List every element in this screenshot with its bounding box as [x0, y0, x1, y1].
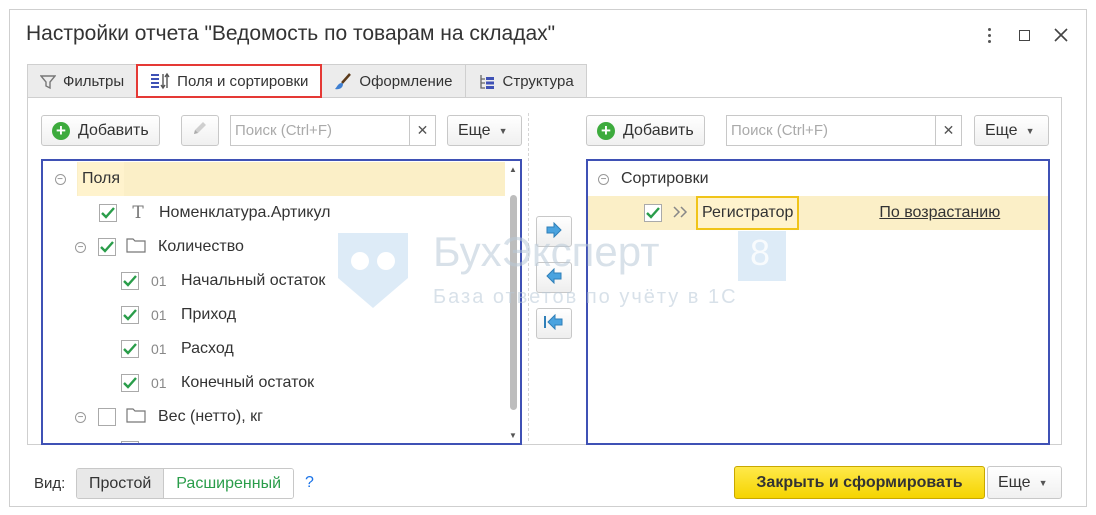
- view-mode-switch: Простой Расширенный: [76, 468, 294, 499]
- tab-structure[interactable]: Структура: [464, 64, 587, 98]
- checkbox-checked[interactable]: [121, 441, 139, 443]
- checkbox-checked[interactable]: [121, 306, 139, 324]
- tree-row[interactable]: 01 Приход: [121, 298, 236, 332]
- numeric-type-icon: 01: [151, 273, 167, 289]
- move-all-left-button[interactable]: [536, 308, 572, 339]
- checkbox-checked[interactable]: [121, 272, 139, 290]
- tree-row-root[interactable]: − Поля: [43, 162, 505, 196]
- view-simple-button[interactable]: Простой: [77, 469, 165, 498]
- checkbox-checked[interactable]: [121, 374, 139, 392]
- watermark-tagline: База ответов по учёту в 1С: [433, 286, 738, 308]
- tree-label: Начальный остаток: [181, 272, 326, 289]
- sort-ascending-icon: [672, 205, 690, 222]
- left-search-input[interactable]: Поиск (Ctrl+F) ✕: [230, 115, 436, 146]
- settings-window: Настройки отчета "Ведомость по товарам н…: [9, 9, 1087, 507]
- filter-icon: [40, 74, 56, 90]
- tab-content: + Добавить Поиск (Ctrl+F) ✕ Еще ▼ − Поля: [27, 97, 1062, 445]
- splitter[interactable]: [528, 113, 529, 441]
- tree-row[interactable]: T Номенклатура.Артикул: [99, 196, 330, 230]
- tab-label: Фильтры: [63, 73, 125, 90]
- scroll-up-icon[interactable]: ▲: [509, 165, 517, 174]
- tab-label: Оформление: [359, 73, 453, 90]
- tree-label: Количество: [158, 238, 244, 255]
- text-type-icon: T: [132, 203, 144, 223]
- watermark-number: 8: [750, 232, 771, 273]
- tree-label: Поля: [77, 162, 125, 196]
- checkbox-checked[interactable]: [644, 204, 662, 222]
- sort-root-row[interactable]: − Сортировки: [598, 162, 709, 196]
- tab-filters[interactable]: Фильтры: [27, 64, 138, 98]
- tab-fields-sort[interactable]: Поля и сортировки: [136, 64, 323, 98]
- maximize-icon[interactable]: [1013, 24, 1035, 46]
- close-and-generate-button[interactable]: Закрыть и сформировать: [734, 466, 985, 499]
- right-add-button[interactable]: + Добавить: [586, 115, 705, 146]
- checkbox-unchecked[interactable]: [98, 408, 116, 426]
- sort-item-row[interactable]: Регистратор По возрастанию: [588, 196, 1048, 230]
- edit-button[interactable]: [181, 115, 219, 146]
- view-extended-button[interactable]: Расширенный: [164, 469, 293, 498]
- tree-row-partial: [121, 433, 139, 443]
- tree-row-group[interactable]: − Вес (нетто), кг: [75, 400, 263, 434]
- tree-row[interactable]: 01 Конечный остаток: [121, 366, 314, 400]
- collapse-icon[interactable]: −: [75, 241, 86, 253]
- folder-icon: [126, 407, 146, 428]
- right-search-input[interactable]: Поиск (Ctrl+F) ✕: [726, 115, 962, 146]
- sort-root-label: Сортировки: [621, 170, 709, 187]
- help-link[interactable]: ?: [305, 474, 314, 492]
- tab-bar: Фильтры Поля и сортировки Оформление Стр…: [27, 64, 587, 98]
- collapse-icon[interactable]: −: [75, 411, 86, 423]
- window-title: Настройки отчета "Ведомость по товарам н…: [26, 22, 556, 45]
- tree-label: Приход: [181, 306, 237, 323]
- right-more-button[interactable]: Еще ▼: [974, 115, 1049, 146]
- view-label: Вид:: [34, 475, 66, 492]
- collapse-icon[interactable]: −: [54, 173, 66, 185]
- tree-row[interactable]: 01 Расход: [121, 332, 234, 366]
- add-icon: +: [597, 121, 615, 140]
- tree-label: Вес (нетто), кг: [158, 408, 263, 425]
- collapse-icon[interactable]: −: [598, 173, 609, 185]
- clear-search-icon[interactable]: ✕: [935, 116, 961, 145]
- brush-icon: [334, 72, 352, 91]
- left-add-button[interactable]: + Добавить: [41, 115, 160, 146]
- tree-label: Конечный остаток: [181, 374, 315, 391]
- sort-direction-link[interactable]: По возрастанию: [879, 204, 1000, 222]
- checkbox-checked[interactable]: [99, 204, 117, 222]
- sort-field-label[interactable]: Регистратор: [696, 196, 800, 230]
- left-more-button[interactable]: Еще ▼: [447, 115, 522, 146]
- caret-down-icon: ▼: [498, 125, 508, 136]
- pencil-icon: [191, 119, 209, 142]
- more-menu-icon[interactable]: [978, 24, 1000, 46]
- close-icon[interactable]: [1050, 24, 1072, 46]
- tree-row[interactable]: 01 Начальный остаток: [121, 264, 325, 298]
- tree-label: Расход: [181, 340, 234, 357]
- arrow-left-all-icon: [544, 313, 564, 334]
- tab-appearance[interactable]: Оформление: [321, 64, 466, 98]
- tab-label: Структура: [502, 73, 574, 90]
- numeric-type-icon: 01: [151, 341, 167, 357]
- caret-down-icon: ▼: [1038, 477, 1048, 488]
- scroll-down-icon[interactable]: ▼: [509, 431, 517, 440]
- structure-icon: [478, 73, 496, 91]
- add-icon: +: [52, 121, 70, 140]
- tree-row-group[interactable]: − Количество: [75, 230, 244, 264]
- tree-label: Номенклатура.Артикул: [159, 204, 331, 221]
- clear-search-icon[interactable]: ✕: [409, 116, 435, 145]
- footer-more-button[interactable]: Еще ▼: [987, 466, 1062, 499]
- caret-down-icon: ▼: [1025, 125, 1035, 136]
- fields-sort-icon: [150, 72, 170, 90]
- numeric-type-icon: 01: [151, 307, 167, 323]
- folder-icon: [126, 237, 146, 258]
- checkbox-checked[interactable]: [98, 238, 116, 256]
- checkbox-checked[interactable]: [121, 340, 139, 358]
- watermark-brand: БухЭксперт: [433, 228, 660, 275]
- tab-label: Поля и сортировки: [177, 72, 309, 90]
- numeric-type-icon: 01: [151, 375, 167, 391]
